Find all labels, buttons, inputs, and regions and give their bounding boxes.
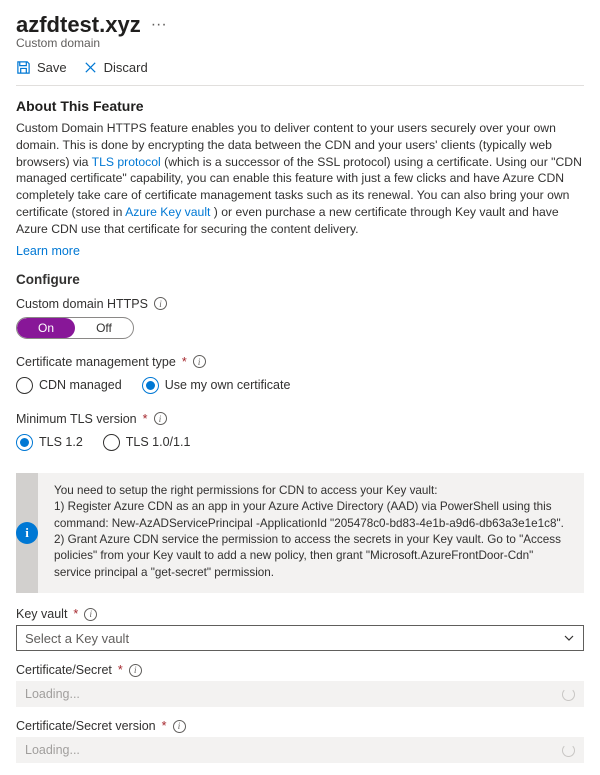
about-text: Custom Domain HTTPS feature enables you … xyxy=(16,120,584,238)
certversion-label: Certificate/Secret version xyxy=(16,719,156,733)
tls-protocol-link[interactable]: TLS protocol xyxy=(92,155,161,169)
required-marker: * xyxy=(162,719,167,733)
radio-circle-selected xyxy=(142,377,159,394)
certsecret-placeholder: Loading... xyxy=(25,687,80,701)
radio-label: TLS 1.2 xyxy=(39,435,83,449)
keyvault-permission-alert: i You need to setup the right permission… xyxy=(16,473,584,593)
radio-circle xyxy=(16,377,33,394)
radio-circle-selected xyxy=(16,434,33,451)
required-marker: * xyxy=(73,607,78,621)
info-icon[interactable]: i xyxy=(84,608,97,621)
required-marker: * xyxy=(143,412,148,426)
discard-icon xyxy=(83,60,98,75)
tls-radio-group: TLS 1.2 TLS 1.0/1.1 xyxy=(16,434,584,451)
toggle-off: Off xyxy=(75,318,133,338)
certsecret-label: Certificate/Secret xyxy=(16,663,112,677)
info-icon[interactable]: i xyxy=(154,412,167,425)
https-toggle[interactable]: On Off xyxy=(16,317,134,339)
alert-line-2: 2) Grant Azure CDN service the permissio… xyxy=(54,532,572,581)
certsecret-select: Loading... xyxy=(16,681,584,707)
info-icon[interactable]: i xyxy=(129,664,142,677)
keyvault-select[interactable]: Select a Key vault xyxy=(16,625,584,651)
keyvault-placeholder: Select a Key vault xyxy=(25,631,129,646)
radio-tls-12[interactable]: TLS 1.2 xyxy=(16,434,83,451)
save-button[interactable]: Save xyxy=(16,60,67,75)
learn-more-link[interactable]: Learn more xyxy=(16,244,80,258)
cert-mgmt-label: Certificate management type xyxy=(16,355,176,369)
certversion-select: Loading... xyxy=(16,737,584,763)
azure-key-vault-link[interactable]: Azure Key vault xyxy=(125,205,210,219)
page-title: azfdtest.xyz xyxy=(16,12,141,38)
spinner-icon xyxy=(562,744,575,757)
info-badge: i xyxy=(16,473,38,593)
radio-label: CDN managed xyxy=(39,378,122,392)
alert-line-1: 1) Register Azure CDN as an app in your … xyxy=(54,499,572,532)
radio-label: TLS 1.0/1.1 xyxy=(126,435,191,449)
radio-circle xyxy=(103,434,120,451)
info-icon[interactable]: i xyxy=(173,720,186,733)
divider xyxy=(16,85,584,86)
toggle-on: On xyxy=(17,318,75,338)
required-marker: * xyxy=(182,355,187,369)
certversion-placeholder: Loading... xyxy=(25,743,80,757)
discard-label: Discard xyxy=(104,60,148,75)
chevron-down-icon xyxy=(563,632,575,644)
more-actions-button[interactable]: ··· xyxy=(151,16,167,34)
tls-label: Minimum TLS version xyxy=(16,412,137,426)
discard-button[interactable]: Discard xyxy=(83,60,148,75)
spinner-icon xyxy=(562,688,575,701)
radio-own-certificate[interactable]: Use my own certificate xyxy=(142,377,291,394)
radio-cdn-managed[interactable]: CDN managed xyxy=(16,377,122,394)
about-heading: About This Feature xyxy=(16,98,584,114)
https-label: Custom domain HTTPS xyxy=(16,297,148,311)
info-icon[interactable]: i xyxy=(154,297,167,310)
page-subtitle: Custom domain xyxy=(16,36,584,50)
alert-line-0: You need to setup the right permissions … xyxy=(54,483,572,499)
info-icon[interactable]: i xyxy=(193,355,206,368)
keyvault-label: Key vault xyxy=(16,607,67,621)
required-marker: * xyxy=(118,663,123,677)
configure-heading: Configure xyxy=(16,272,584,287)
cert-mgmt-radio-group: CDN managed Use my own certificate xyxy=(16,377,584,394)
save-label: Save xyxy=(37,60,67,75)
radio-tls-10-11[interactable]: TLS 1.0/1.1 xyxy=(103,434,191,451)
radio-label: Use my own certificate xyxy=(165,378,291,392)
save-icon xyxy=(16,60,31,75)
